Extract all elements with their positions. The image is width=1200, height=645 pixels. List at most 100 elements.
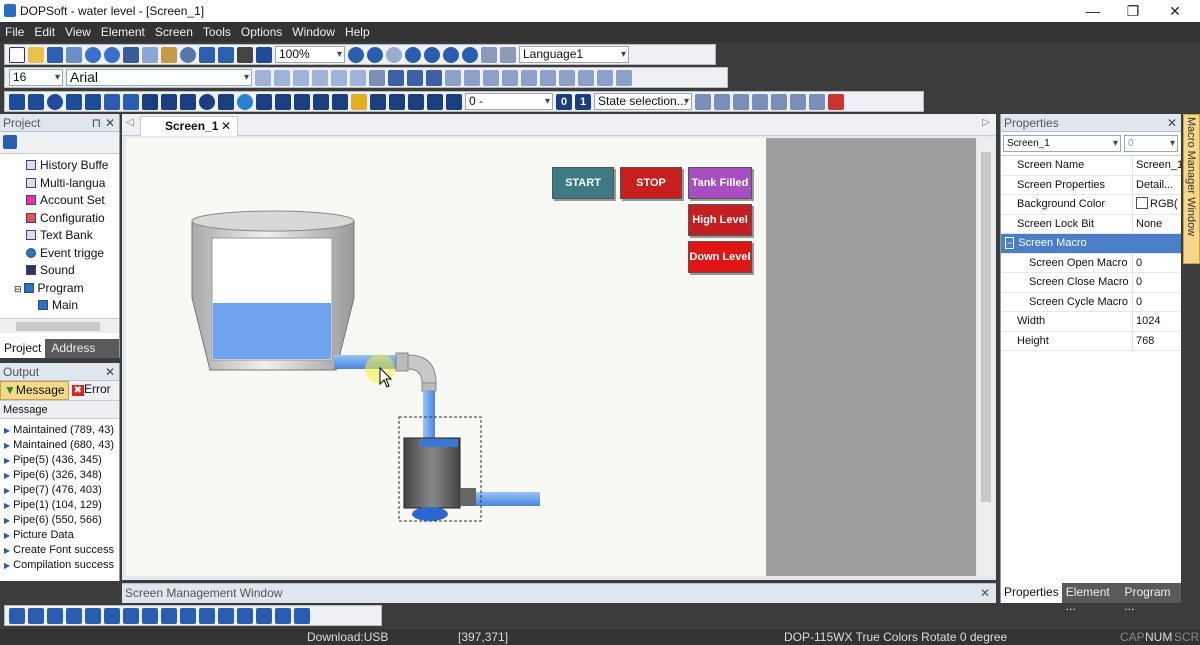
property-value[interactable]: 0 — [1133, 273, 1181, 292]
keypad-icon[interactable] — [370, 93, 386, 110]
refresh-icon[interactable] — [424, 46, 440, 63]
indicator-icon[interactable] — [199, 93, 215, 110]
property-row[interactable]: Background Color RGB( — [1001, 195, 1181, 215]
picture-tool-icon[interactable] — [104, 93, 120, 110]
line-tool-icon[interactable] — [9, 93, 25, 110]
align-tool-icon[interactable] — [294, 607, 310, 624]
pin-icon[interactable]: ⊓ — [92, 114, 101, 132]
simulate-icon[interactable] — [500, 46, 516, 63]
recipe-icon[interactable] — [408, 93, 424, 110]
restore-button[interactable]: ❐ — [1110, 0, 1156, 22]
property-value[interactable]: Screen_1 — [1133, 156, 1181, 175]
fill-color-icon[interactable] — [369, 69, 385, 86]
find-icon[interactable] — [180, 46, 196, 63]
cut-icon[interactable] — [123, 46, 139, 63]
property-row[interactable]: Screen Open Macro 0 — [1001, 253, 1181, 273]
collapse-icon[interactable]: − — [1005, 237, 1015, 249]
bring-front-icon[interactable] — [578, 69, 594, 86]
paste-icon[interactable] — [161, 46, 177, 63]
list-item[interactable]: Pipe(6) (550, 566) — [0, 513, 119, 528]
tree-item-configuration[interactable]: Configuratio — [26, 210, 119, 228]
bold-icon[interactable] — [388, 69, 404, 86]
scroll-thumb[interactable] — [981, 152, 991, 502]
redo-icon[interactable] — [104, 46, 120, 63]
list-item[interactable]: Pipe(7) (476, 403) — [0, 483, 119, 498]
list-item[interactable]: Pipe(1) (104, 129) — [0, 498, 119, 513]
align-center-icon[interactable] — [502, 69, 518, 86]
message-filter-button[interactable]: ▼Message — [0, 381, 69, 400]
screen-canvas[interactable]: START STOP Tank Filled High Level Down L… — [126, 138, 766, 576]
next-screen-icon[interactable] — [733, 93, 749, 110]
save-all-icon[interactable] — [66, 46, 82, 63]
screen-properties-icon[interactable] — [695, 93, 711, 110]
align-tool-icon[interactable] — [28, 607, 44, 624]
zoom-select[interactable]: 100% — [275, 46, 345, 63]
polyline-tool-icon[interactable] — [66, 93, 82, 110]
align-tool-icon[interactable] — [85, 607, 101, 624]
text-bottom-icon[interactable] — [350, 69, 366, 86]
download-icon[interactable] — [481, 46, 497, 63]
text-middle-icon[interactable] — [331, 69, 347, 86]
trend-icon[interactable] — [332, 93, 348, 110]
menu-options[interactable]: Options — [236, 25, 287, 39]
zoom-out-icon[interactable] — [367, 46, 383, 63]
grid-icon[interactable] — [752, 93, 768, 110]
screen-management-header[interactable]: Screen Management Window ✕ — [122, 583, 996, 603]
list-item[interactable]: Pipe(6) (326, 348) — [0, 468, 119, 483]
align-right-icon[interactable] — [521, 69, 537, 86]
state-1-button[interactable]: 1 — [575, 93, 591, 110]
close-properties-icon[interactable]: ✕ — [1167, 114, 1177, 132]
close-window-button[interactable]: ✕ — [1152, 0, 1198, 22]
list-item[interactable]: Picture Data — [0, 528, 119, 543]
property-row[interactable]: Height 768 — [1001, 331, 1181, 351]
send-back-icon[interactable] — [597, 69, 613, 86]
property-value[interactable]: 768 — [1133, 332, 1181, 351]
tab-screen-1[interactable]: Screen_1 ✕ — [140, 116, 238, 136]
close-screen-mgmt-icon[interactable]: ✕ — [980, 584, 990, 603]
property-value[interactable]: RGB( — [1133, 195, 1181, 214]
list-item[interactable]: Pipe(5) (436, 345) — [0, 453, 119, 468]
tab-scroll-left-icon[interactable]: ◁ — [126, 117, 134, 128]
tree-item-sound[interactable]: Sound — [26, 262, 119, 280]
line-style-icon[interactable] — [464, 69, 480, 86]
align-tool-icon[interactable] — [199, 607, 215, 624]
font-size-select[interactable]: 16 — [9, 69, 63, 86]
new-file-icon[interactable] — [9, 46, 25, 63]
water-tank[interactable] — [191, 210, 355, 371]
sampling-icon[interactable] — [389, 93, 405, 110]
rotate-icon[interactable] — [405, 46, 421, 63]
property-row[interactable]: Screen Name Screen_1 — [1001, 156, 1181, 176]
group-icon[interactable] — [540, 69, 556, 86]
property-value[interactable]: None — [1133, 215, 1181, 234]
prev-screen-icon[interactable] — [714, 93, 730, 110]
circle-gauge-icon[interactable] — [237, 93, 253, 110]
meter-icon[interactable] — [218, 93, 234, 110]
text-shrink-icon[interactable] — [274, 69, 290, 86]
text-align-icon[interactable] — [293, 69, 309, 86]
text-grow-icon[interactable] — [255, 69, 271, 86]
align-tool-icon[interactable] — [142, 607, 158, 624]
graphic-icon[interactable] — [446, 93, 462, 110]
print-icon[interactable] — [237, 46, 253, 63]
tab-address[interactable]: Address — [45, 339, 101, 358]
tab-program[interactable]: Program ... — [1120, 583, 1181, 613]
tree-item-program[interactable]: ⊟ Program — [14, 280, 119, 298]
line-color-icon[interactable] — [445, 69, 461, 86]
table-tool-icon[interactable] — [123, 93, 139, 110]
tree-item-main[interactable]: Main — [26, 297, 119, 315]
close-output-icon[interactable]: ✕ — [105, 363, 115, 381]
screen-list-icon[interactable] — [790, 93, 806, 110]
screen-copy-icon[interactable] — [218, 46, 234, 63]
lamp-icon[interactable] — [161, 93, 177, 110]
start-button[interactable]: START — [552, 167, 614, 199]
rectangle-tool-icon[interactable] — [28, 93, 44, 110]
stop-button[interactable]: STOP — [620, 167, 682, 199]
align-tool-icon[interactable] — [104, 607, 120, 624]
align-tool-icon[interactable] — [218, 607, 234, 624]
property-value[interactable]: 0 — [1133, 254, 1181, 273]
list-item[interactable]: Maintained (680, 43) — [0, 438, 119, 453]
ungroup-icon[interactable] — [559, 69, 575, 86]
menu-screen[interactable]: Screen — [150, 25, 198, 39]
property-value[interactable]: 1024 — [1133, 312, 1181, 331]
align-left-icon[interactable] — [483, 69, 499, 86]
